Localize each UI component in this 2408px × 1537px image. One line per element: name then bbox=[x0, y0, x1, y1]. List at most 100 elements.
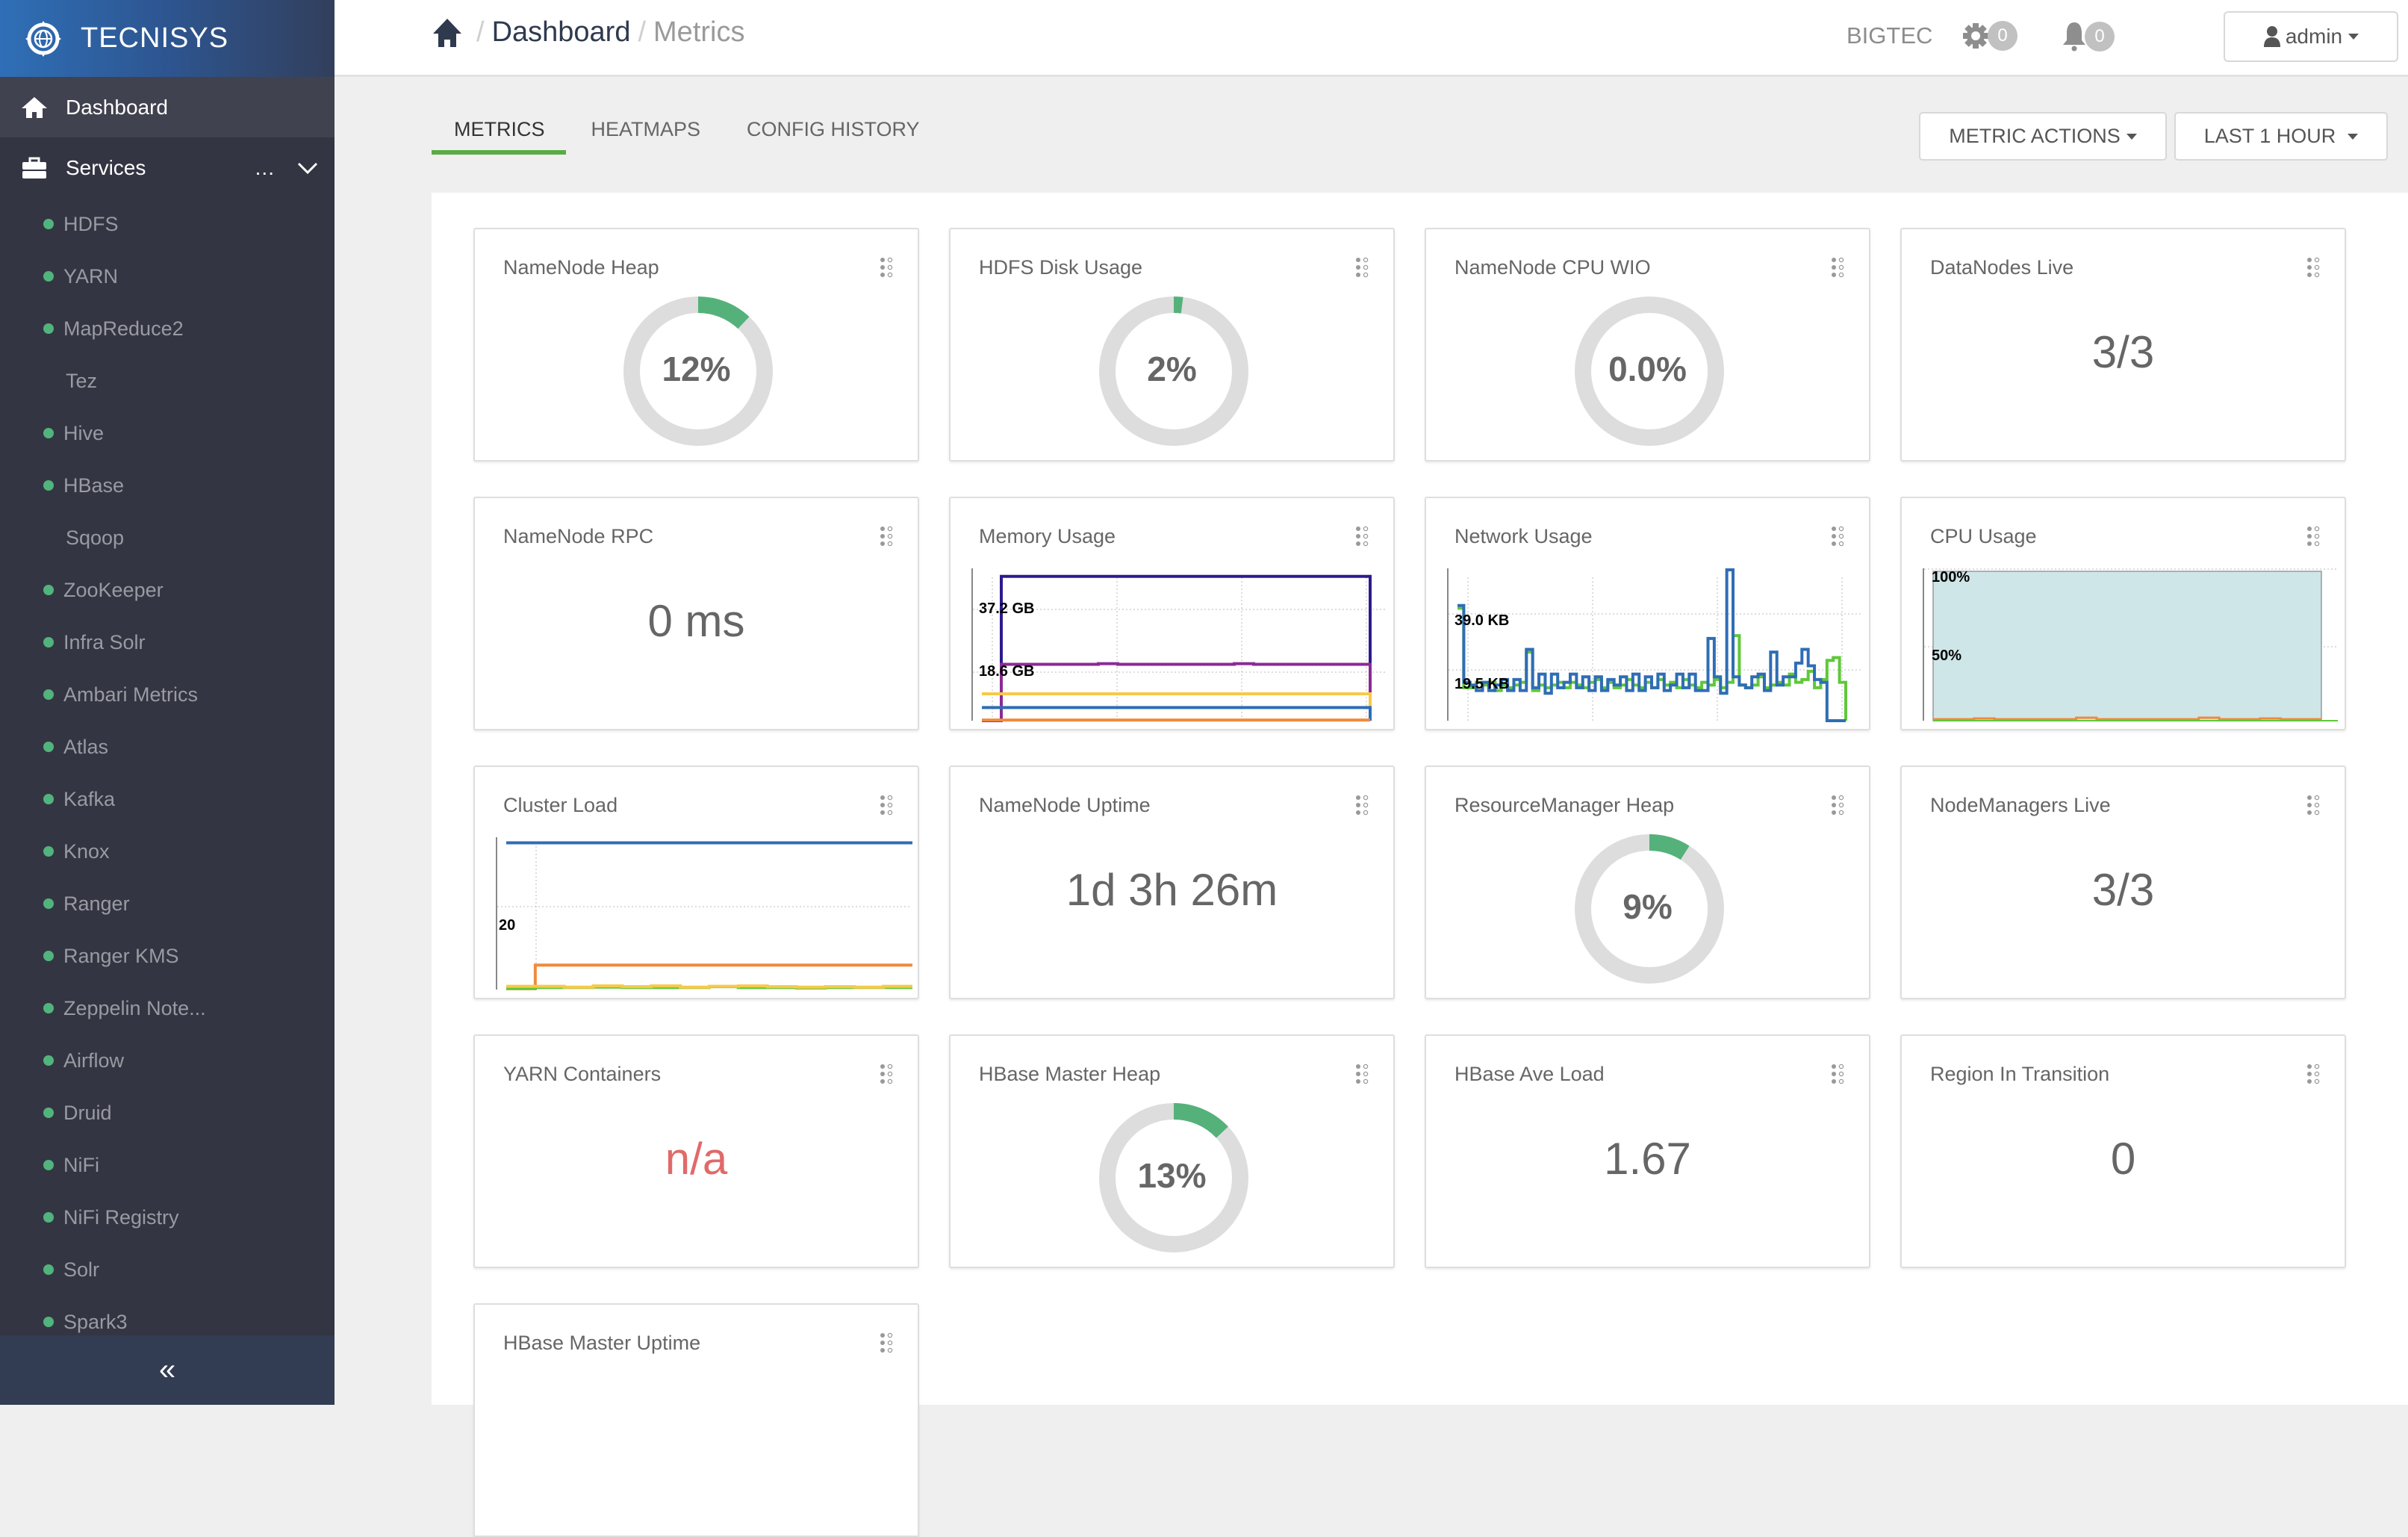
drag-handle-icon[interactable] bbox=[1830, 256, 1845, 279]
status-dot-icon bbox=[43, 1108, 54, 1118]
widget-title: CPU Usage bbox=[1930, 525, 2037, 548]
sidebar-service-item[interactable]: Sqoop bbox=[0, 512, 335, 564]
widget-region-in-transition[interactable]: Region In Transition0 bbox=[1900, 1034, 2346, 1268]
sidebar-service-label: Druid bbox=[63, 1102, 112, 1125]
sidebar-service-item[interactable]: HDFS bbox=[0, 198, 335, 250]
drag-handle-icon[interactable] bbox=[1830, 525, 1845, 547]
gauge-fill bbox=[698, 305, 744, 323]
sidebar-service-label: NiFi Registry bbox=[63, 1206, 179, 1229]
sidebar-service-item[interactable]: Ranger KMS bbox=[0, 930, 335, 982]
drag-handle-icon[interactable] bbox=[2306, 794, 2321, 816]
tab-metrics[interactable]: METRICS bbox=[454, 112, 545, 155]
widget-title: Memory Usage bbox=[979, 525, 1116, 548]
status-dot-icon bbox=[43, 846, 54, 857]
status-dot-icon bbox=[43, 376, 54, 386]
sidebar-service-item[interactable]: Airflow bbox=[0, 1034, 335, 1087]
tab-config-history[interactable]: CONFIG HISTORY bbox=[747, 112, 920, 155]
widget-hbase-master-heap[interactable]: HBase Master Heap13% bbox=[949, 1034, 1395, 1268]
sidebar-service-item[interactable]: HBase bbox=[0, 459, 335, 512]
widget-cluster-load[interactable]: Cluster Load20 bbox=[473, 766, 919, 999]
status-dot-icon bbox=[43, 1160, 54, 1170]
sidebar-service-item[interactable]: ZooKeeper bbox=[0, 564, 335, 616]
widget-cpu-usage[interactable]: CPU Usage100%50% bbox=[1900, 497, 2346, 730]
y-tick-label: 18.6 GB bbox=[979, 663, 1034, 680]
sidebar-service-item[interactable]: Solr bbox=[0, 1243, 335, 1296]
widget-title: NameNode CPU WIO bbox=[1455, 256, 1651, 279]
status-dot-icon bbox=[43, 271, 54, 282]
widget-title: ResourceManager Heap bbox=[1455, 794, 1674, 817]
sidebar-service-item[interactable]: Ambari Metrics bbox=[0, 668, 335, 721]
alerts-button[interactable]: 0 bbox=[2061, 21, 2115, 52]
background-ops-button[interactable]: 0 bbox=[1961, 21, 2017, 51]
drag-handle-icon[interactable] bbox=[879, 1332, 894, 1354]
sidebar-service-item[interactable]: MapReduce2 bbox=[0, 302, 335, 355]
status-dot-icon bbox=[43, 323, 54, 334]
widget-datanodes-live[interactable]: DataNodes Live3/3 bbox=[1900, 228, 2346, 462]
drag-handle-icon[interactable] bbox=[1354, 1063, 1369, 1085]
collapse-sidebar-button[interactable]: « bbox=[0, 1335, 335, 1405]
sidebar-service-item[interactable]: Zeppelin Note... bbox=[0, 982, 335, 1034]
status-dot-icon bbox=[43, 1003, 54, 1013]
widget-yarn-containers[interactable]: YARN Containersn/a bbox=[473, 1034, 919, 1268]
tab-heatmaps[interactable]: HEATMAPS bbox=[591, 112, 701, 155]
drag-handle-icon[interactable] bbox=[879, 525, 894, 547]
brand[interactable]: TECNISYS bbox=[0, 0, 335, 77]
drag-handle-icon[interactable] bbox=[1354, 794, 1369, 816]
widget-resourcemanager-heap[interactable]: ResourceManager Heap9% bbox=[1425, 766, 1870, 999]
drag-handle-icon[interactable] bbox=[2306, 525, 2321, 547]
time-range-button[interactable]: LAST 1 HOUR bbox=[2174, 112, 2388, 161]
widget-namenode-cpu-wio[interactable]: NameNode CPU WIO0.0% bbox=[1425, 228, 1870, 462]
drag-handle-icon[interactable] bbox=[879, 256, 894, 279]
status-dot-icon bbox=[43, 1055, 54, 1066]
widget-value: 3/3 bbox=[1902, 864, 2345, 916]
sidebar-service-item[interactable]: Hive bbox=[0, 407, 335, 459]
sidebar-service-item[interactable]: NiFi Registry bbox=[0, 1191, 335, 1243]
drag-handle-icon[interactable] bbox=[879, 1063, 894, 1085]
services-more-button[interactable]: ... bbox=[255, 156, 275, 180]
home-icon[interactable] bbox=[432, 17, 463, 49]
chart-cluster-load: 20 bbox=[494, 836, 912, 993]
widget-namenode-rpc[interactable]: NameNode RPC0 ms bbox=[473, 497, 919, 730]
sidebar-service-item[interactable]: Tez bbox=[0, 355, 335, 407]
widget-hbase-master-uptime[interactable]: HBase Master Uptime bbox=[473, 1303, 919, 1537]
drag-handle-icon[interactable] bbox=[1354, 256, 1369, 279]
sidebar-service-label: Infra Solr bbox=[63, 631, 146, 654]
sidebar-service-item[interactable]: NiFi bbox=[0, 1139, 335, 1191]
status-dot-icon bbox=[43, 742, 54, 752]
sidebar-service-item[interactable]: Infra Solr bbox=[0, 616, 335, 668]
sidebar-service-label: Ambari Metrics bbox=[63, 683, 198, 707]
widget-hdfs-disk-usage[interactable]: HDFS Disk Usage2% bbox=[949, 228, 1395, 462]
breadcrumb-dashboard[interactable]: Dashboard bbox=[492, 16, 631, 49]
widget-hbase-ave-load[interactable]: HBase Ave Load1.67 bbox=[1425, 1034, 1870, 1268]
sidebar-item-services[interactable]: Services ... bbox=[0, 137, 335, 198]
sidebar-service-item[interactable]: Atlas bbox=[0, 721, 335, 773]
drag-handle-icon[interactable] bbox=[1830, 1063, 1845, 1085]
status-dot-icon bbox=[43, 585, 54, 595]
sidebar-item-dashboard[interactable]: Dashboard bbox=[0, 77, 335, 137]
widget-namenode-heap[interactable]: NameNode Heap12% bbox=[473, 228, 919, 462]
brand-name: TECNISYS bbox=[81, 22, 228, 55]
user-name: admin bbox=[2286, 25, 2342, 49]
widget-network-usage[interactable]: Network Usage39.0 KB19.5 KB bbox=[1425, 497, 1870, 730]
sidebar-service-item[interactable]: Knox bbox=[0, 825, 335, 878]
widget-value: 3/3 bbox=[1902, 326, 2345, 378]
drag-handle-icon[interactable] bbox=[879, 794, 894, 816]
sidebar-service-label: Ranger KMS bbox=[63, 945, 179, 968]
sidebar-service-item[interactable]: Ranger bbox=[0, 878, 335, 930]
sidebar-service-item[interactable]: Kafka bbox=[0, 773, 335, 825]
metric-actions-button[interactable]: METRIC ACTIONS bbox=[1919, 112, 2167, 161]
drag-handle-icon[interactable] bbox=[2306, 256, 2321, 279]
drag-handle-icon[interactable] bbox=[2306, 1063, 2321, 1085]
chevron-down-icon[interactable] bbox=[297, 161, 318, 175]
sidebar-service-item[interactable]: YARN bbox=[0, 250, 335, 302]
status-dot-icon bbox=[43, 219, 54, 229]
drag-handle-icon[interactable] bbox=[1354, 525, 1369, 547]
sidebar-service-item[interactable]: Druid bbox=[0, 1087, 335, 1139]
widget-namenode-uptime[interactable]: NameNode Uptime1d 3h 26m bbox=[949, 766, 1395, 999]
user-menu-button[interactable]: admin bbox=[2224, 11, 2398, 62]
widget-memory-usage[interactable]: Memory Usage37.2 GB18.6 GB bbox=[949, 497, 1395, 730]
widget-nodemanagers-live[interactable]: NodeManagers Live3/3 bbox=[1900, 766, 2346, 999]
sidebar-service-label: Sqoop bbox=[66, 527, 124, 550]
drag-handle-icon[interactable] bbox=[1830, 794, 1845, 816]
alerts-count-badge: 0 bbox=[2085, 22, 2115, 52]
